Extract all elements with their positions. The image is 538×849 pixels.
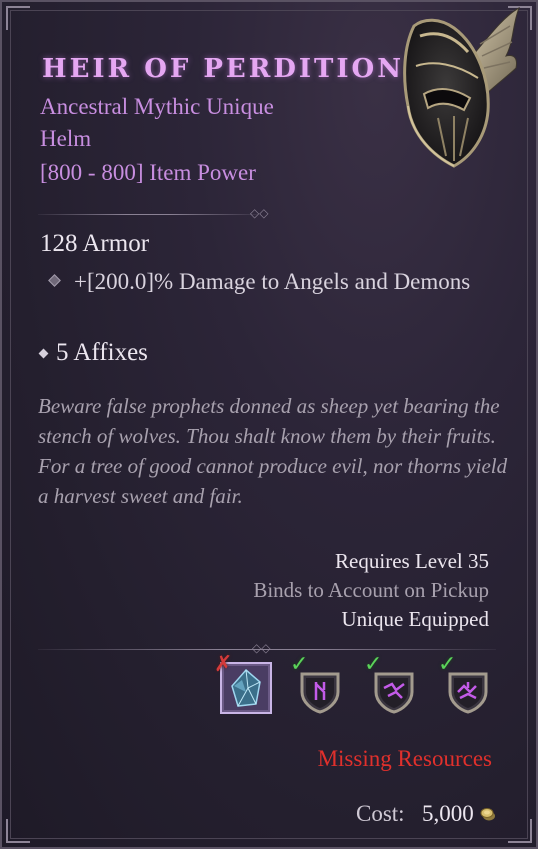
cost-value: 5,000 xyxy=(422,801,474,826)
implicit-affix: +[200.0]% Damage to Angels and Demons xyxy=(74,269,471,294)
owned-check-icon: ✓ xyxy=(364,652,383,677)
level-requirement: Requires Level 35 xyxy=(335,549,489,573)
owned-check-icon: ✓ xyxy=(290,652,309,677)
affix-bullet-icon xyxy=(48,274,61,287)
helm-icon xyxy=(403,6,520,168)
armor-value: 128 Armor xyxy=(40,230,150,257)
frame-corner xyxy=(6,6,30,30)
affix-count: 5 Affixes xyxy=(56,339,148,366)
item-tooltip: HEIR OF PERDITION Ancestral Mythic Uniqu… xyxy=(0,0,538,849)
missing-cross-icon: ✗ xyxy=(214,652,233,677)
frame-corner xyxy=(6,819,30,843)
divider xyxy=(38,214,258,215)
binding-text: Binds to Account on Pickup xyxy=(253,578,489,602)
item-type: Helm xyxy=(40,126,92,151)
owned-check-icon: ✓ xyxy=(438,652,457,677)
item-rarity: Ancestral Mythic Unique xyxy=(40,94,274,119)
divider-ornament: ◇◇ xyxy=(252,641,271,655)
flavor-text: Beware false prophets donned as sheep ye… xyxy=(38,394,508,508)
affix-count-bullet-icon xyxy=(38,348,49,359)
gold-coin-icon xyxy=(480,808,495,821)
missing-resources-text: Missing Resources xyxy=(317,746,492,771)
item-power: [800 - 800] Item Power xyxy=(40,160,256,185)
equip-rule: Unique Equipped xyxy=(341,607,489,631)
frame-corner xyxy=(508,819,532,843)
divider-ornament: ◇◇ xyxy=(250,206,269,220)
item-name: HEIR OF PERDITION xyxy=(42,54,404,84)
cost-label: Cost: xyxy=(356,801,405,826)
